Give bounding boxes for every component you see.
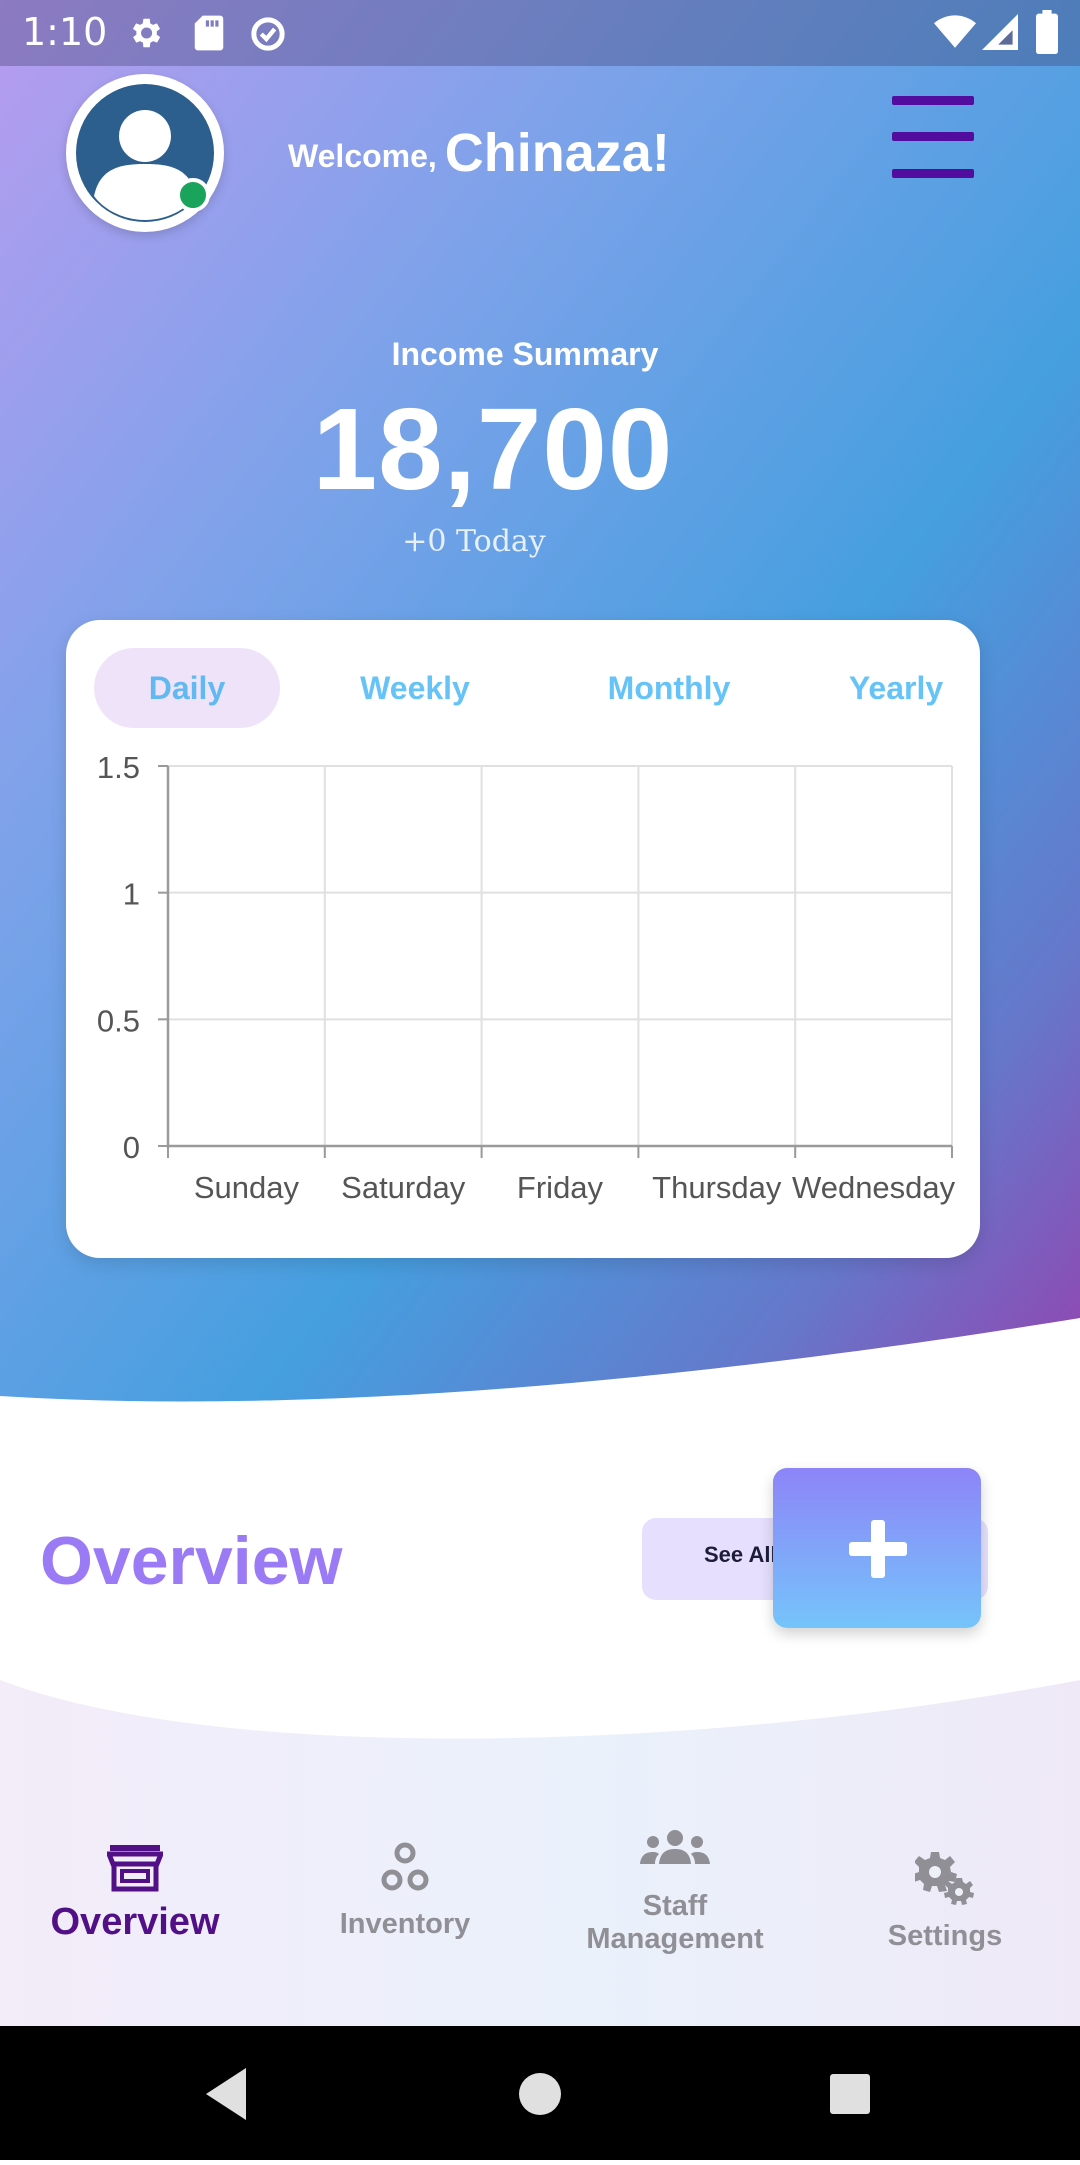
plus-icon <box>849 1520 907 1578</box>
welcome-message: Welcome, Chinaza! <box>288 118 670 183</box>
wifi-icon <box>934 14 976 55</box>
gears-icon <box>915 1852 974 1905</box>
add-button[interactable] <box>773 1468 981 1628</box>
overview-title: Overview <box>40 1523 343 1599</box>
tab-daily-label: Daily <box>148 670 226 706</box>
battery-icon <box>1036 10 1058 59</box>
status-time: 1:10 <box>22 10 108 54</box>
tab-yearly[interactable]: Yearly <box>822 648 970 728</box>
tab-daily[interactable]: Daily <box>94 648 280 728</box>
user-name: Chinaza! <box>444 123 670 183</box>
income-summary-value: 18,700 <box>312 384 674 514</box>
chart-x-tick-label: Saturday <box>341 1170 466 1205</box>
nav-staff-management-label: Staff Management <box>560 1890 790 1956</box>
chart-y-tick-label: 0 <box>123 1130 140 1165</box>
nav-staff-management[interactable]: Staff Management <box>560 1828 790 1956</box>
nav-overview-label: Overview <box>50 1901 220 1943</box>
chart-x-tick-label: Wednesday <box>792 1170 956 1205</box>
hamburger-menu-icon[interactable] <box>892 92 974 184</box>
nav-settings[interactable]: Settings <box>850 1850 1040 1953</box>
nav-inventory[interactable]: Inventory <box>300 1842 510 1941</box>
income-summary-label: Income Summary <box>391 336 659 372</box>
chart-y-tick-label: 1 <box>123 877 140 912</box>
recents-icon[interactable] <box>830 2074 870 2114</box>
nav-inventory-label: Inventory <box>339 1908 471 1940</box>
inventory-icon <box>381 1842 429 1891</box>
chart-x-tick-label: Sunday <box>194 1170 300 1205</box>
data-saver-icon <box>248 14 288 59</box>
online-status-dot <box>176 178 210 212</box>
income-bar-chart: 0 0.5 1 1.5 Sunday Saturday Friday Thursday Wedn… <box>97 750 956 1205</box>
welcome-prefix: Welcome, <box>288 138 437 174</box>
signal-icon <box>982 14 1018 55</box>
header-hero: 1:10 Welcome, Chinaza! Income Summary 18… <box>0 0 1080 1412</box>
tab-weekly-label: Weekly <box>360 670 470 706</box>
nav-overview[interactable]: Overview <box>20 1842 250 1943</box>
system-navigation-bar <box>0 2026 1080 2160</box>
home-icon[interactable] <box>519 2073 561 2115</box>
chart-x-tick-label: Thursday <box>652 1170 782 1205</box>
chart-y-tick-label: 0.5 <box>97 1003 140 1038</box>
nav-staff-management-label-text: Staff Management <box>586 1890 764 1955</box>
store-icon <box>107 1845 163 1892</box>
back-icon[interactable] <box>206 2068 246 2120</box>
income-chart-card: Daily Weekly Monthly Yearly 0 0.5 1 1.5 Sund… <box>66 620 980 1258</box>
sd-card-icon <box>192 14 226 57</box>
nav-settings-label: Settings <box>887 1920 1003 1952</box>
gear-icon <box>126 14 164 57</box>
income-today-delta: +0 Today <box>402 524 546 559</box>
see-all-label: See All <box>704 1542 777 1567</box>
tab-monthly-label: Monthly <box>607 670 731 706</box>
people-icon <box>640 1830 710 1864</box>
tab-weekly[interactable]: Weekly <box>320 648 510 728</box>
tab-yearly-label: Yearly <box>848 670 944 706</box>
overview-section: Overview See All Overview Inventory Staf… <box>0 1412 1080 2026</box>
chart-y-tick-label: 1.5 <box>97 750 140 785</box>
status-bar: 1:10 <box>0 0 1080 66</box>
tab-monthly[interactable]: Monthly <box>562 648 776 728</box>
chart-x-tick-label: Friday <box>517 1170 604 1205</box>
